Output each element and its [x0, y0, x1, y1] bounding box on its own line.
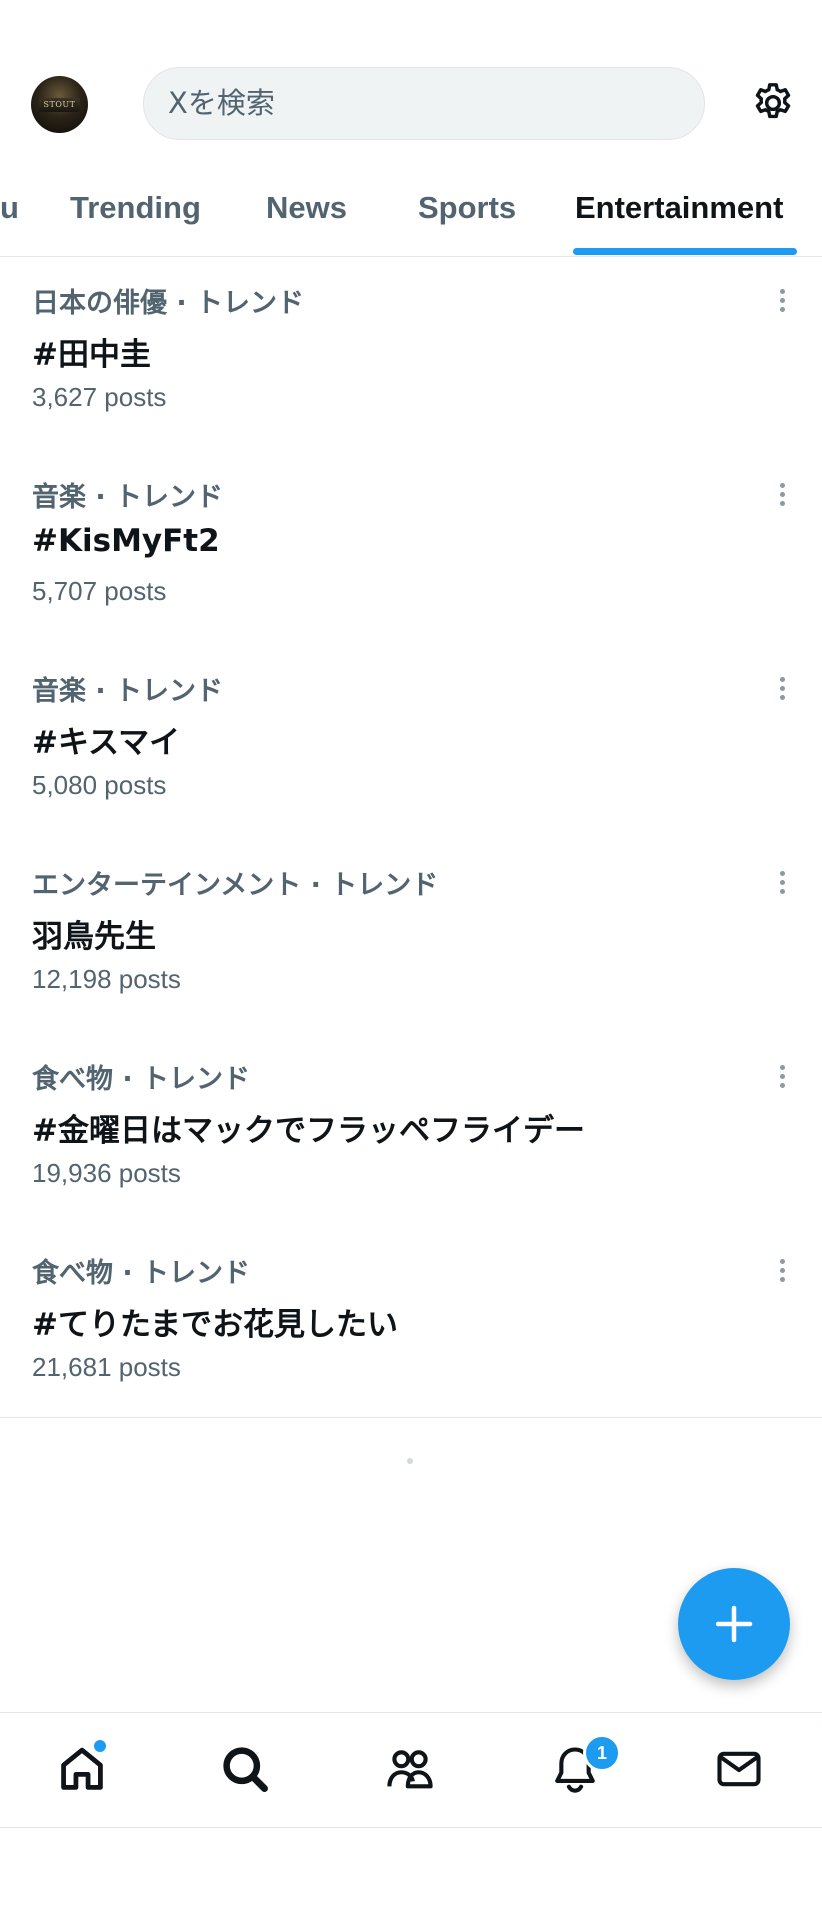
trend-post-count: 5,707 posts: [32, 576, 167, 606]
trend-post-count: 19,936 posts: [32, 1158, 181, 1188]
trend-post-count: 12,198 posts: [32, 964, 181, 994]
more-options-icon[interactable]: [770, 1061, 794, 1097]
trend-name: #てりたまでお花見したい: [32, 1307, 399, 1343]
divider: [0, 1417, 822, 1418]
trend-category: 食べ物 · トレンド: [32, 1258, 251, 1289]
tab-for-you[interactable]: u: [0, 190, 19, 226]
trend-name: #金曜日はマックでフラッペフライデー: [32, 1113, 585, 1149]
top-header: STOUT Xを検索 u Trending News Sports Entert…: [0, 0, 822, 257]
trend-category: エンターテインメント · トレンド: [32, 870, 439, 901]
communities-icon[interactable]: [384, 1743, 436, 1795]
trend-post-count: 3,627 posts: [32, 382, 167, 412]
trends-list: 日本の俳優 · トレンド #田中圭 3,627 posts 音楽 · トレンド …: [0, 257, 822, 1421]
avatar-image: STOUT: [39, 98, 80, 112]
tab-entertainment[interactable]: Entertainment: [575, 190, 783, 226]
trend-name: #キスマイ: [32, 725, 181, 761]
search-icon[interactable]: [219, 1743, 271, 1795]
tab-news[interactable]: News: [266, 190, 347, 226]
trend-post-count: 21,681 posts: [32, 1352, 181, 1382]
trend-name: 羽鳥先生: [32, 919, 156, 955]
trend-item[interactable]: 食べ物 · トレンド #金曜日はマックでフラッペフライデー 19,936 pos…: [0, 1033, 822, 1227]
gear-icon[interactable]: [750, 80, 796, 126]
home-unread-dot: [92, 1738, 108, 1754]
plus-icon: [715, 1605, 753, 1643]
bottom-navigation: [0, 1712, 822, 1828]
search-input[interactable]: Xを検索: [143, 67, 705, 140]
explore-tabs: u Trending News Sports Entertainment: [0, 180, 822, 256]
active-tab-indicator: [573, 248, 797, 255]
tab-trending[interactable]: Trending: [70, 190, 201, 226]
trend-item[interactable]: エンターテインメント · トレンド 羽鳥先生 12,198 posts: [0, 839, 822, 1033]
more-options-icon[interactable]: [770, 1255, 794, 1291]
compose-button[interactable]: [678, 1568, 790, 1680]
trend-item[interactable]: 食べ物 · トレンド #てりたまでお花見したい 21,681 posts: [0, 1227, 822, 1421]
tab-sports[interactable]: Sports: [418, 190, 516, 226]
trend-post-count: 5,080 posts: [32, 770, 167, 800]
trend-name: #田中圭: [32, 337, 151, 373]
more-options-icon[interactable]: [770, 867, 794, 903]
mail-icon[interactable]: [713, 1743, 765, 1795]
notifications-badge: 1: [583, 1734, 621, 1772]
trend-category: 日本の俳優 · トレンド: [32, 288, 305, 319]
trend-category: 音楽 · トレンド: [32, 676, 224, 707]
trend-item[interactable]: 日本の俳優 · トレンド #田中圭 3,627 posts: [0, 257, 822, 451]
more-options-icon[interactable]: [770, 673, 794, 709]
loading-indicator: [407, 1458, 413, 1464]
trend-category: 食べ物 · トレンド: [32, 1064, 251, 1095]
trend-category: 音楽 · トレンド: [32, 482, 224, 513]
trend-name: #KisMyFt2: [32, 523, 220, 559]
more-options-icon[interactable]: [770, 479, 794, 515]
trend-item[interactable]: 音楽 · トレンド #KisMyFt2 5,707 posts: [0, 451, 822, 645]
more-options-icon[interactable]: [770, 285, 794, 321]
avatar[interactable]: STOUT: [31, 76, 88, 133]
trend-item[interactable]: 音楽 · トレンド #キスマイ 5,080 posts: [0, 645, 822, 839]
